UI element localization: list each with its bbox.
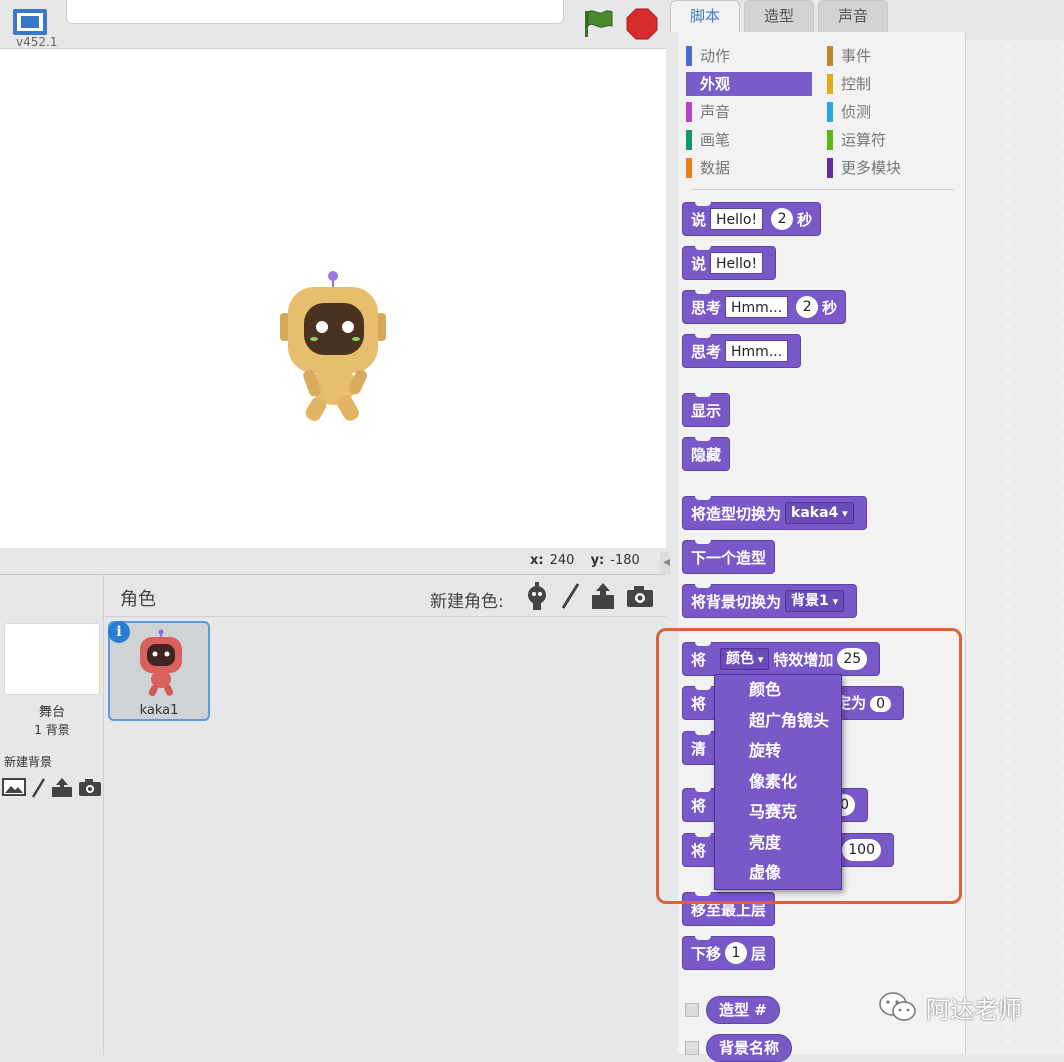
sprites-header: 角色 新建角色: bbox=[104, 575, 666, 617]
category-color-bar bbox=[827, 130, 833, 150]
category-list: 动作 事件外观 控制声音 侦测画笔 运算符数据 更多模块 bbox=[686, 44, 948, 184]
version-label: v452.1 bbox=[16, 35, 58, 49]
category-divider bbox=[692, 189, 954, 190]
costume-dropdown[interactable]: kaka4 bbox=[785, 502, 854, 524]
watermark-text: 阿达老师 bbox=[926, 995, 1022, 1024]
category-2[interactable]: 外观 bbox=[686, 72, 812, 96]
think-for-secs-block[interactable]: 思考 Hmm... 2 秒 bbox=[682, 290, 847, 324]
info-icon[interactable]: i bbox=[108, 621, 130, 643]
tab-scripts[interactable]: 脚本 bbox=[670, 0, 740, 32]
script-workspace[interactable] bbox=[966, 40, 1064, 1054]
sprites-label: 角色 bbox=[120, 589, 156, 610]
backdrop-library-icon[interactable] bbox=[2, 777, 26, 797]
category-label: 声音 bbox=[700, 103, 731, 121]
robot-sprite-image[interactable] bbox=[276, 269, 390, 425]
fullscreen-icon[interactable] bbox=[12, 8, 48, 36]
category-4[interactable]: 声音 bbox=[686, 100, 730, 124]
mouse-coordinates: x: 240 y: -180 bbox=[530, 553, 640, 568]
tab-bar: 脚本 造型 声音 bbox=[670, 0, 892, 32]
costume-number-reporter[interactable]: 造型 # bbox=[706, 996, 780, 1024]
camera-icon[interactable] bbox=[78, 777, 102, 797]
say-for-secs-block[interactable]: 说 Hello! 2 秒 bbox=[682, 202, 822, 236]
stage-column: 舞台 1 背景 新建背景 bbox=[0, 575, 104, 1055]
category-0[interactable]: 动作 bbox=[686, 44, 730, 68]
say-block[interactable]: 说 Hello! bbox=[682, 246, 777, 280]
paint-brush-icon[interactable] bbox=[560, 581, 580, 611]
hide-block[interactable]: 隐藏 bbox=[682, 437, 731, 471]
show-block[interactable]: 显示 bbox=[682, 393, 731, 427]
green-flag-icon[interactable] bbox=[582, 8, 614, 38]
category-label: 事件 bbox=[841, 47, 872, 65]
paint-brush-icon[interactable] bbox=[30, 777, 46, 799]
category-color-bar bbox=[827, 46, 833, 66]
costume-number-checkbox[interactable] bbox=[685, 1003, 699, 1017]
go-back-layers-block[interactable]: 下移 1 层 bbox=[682, 936, 776, 970]
category-label: 画笔 bbox=[700, 131, 731, 149]
category-8[interactable]: 数据 bbox=[686, 156, 730, 180]
category-label: 数据 bbox=[700, 159, 731, 177]
category-color-bar bbox=[686, 46, 692, 66]
category-label: 控制 bbox=[841, 75, 872, 93]
category-color-bar bbox=[827, 158, 833, 178]
stop-sign-icon[interactable] bbox=[626, 8, 658, 40]
upload-icon[interactable] bbox=[50, 777, 74, 799]
backdrop-tools bbox=[2, 777, 102, 799]
stage-label: 舞台 bbox=[38, 705, 65, 720]
say-text-input[interactable]: Hello! bbox=[710, 208, 764, 230]
highlight-annotation-box bbox=[656, 628, 962, 904]
category-color-bar bbox=[686, 158, 692, 178]
switch-backdrop-block[interactable]: 将背景切换为 背景1 bbox=[682, 584, 858, 618]
category-1[interactable]: 事件 bbox=[827, 44, 871, 68]
new-sprite-label: 新建角色: bbox=[430, 592, 504, 612]
category-label: 动作 bbox=[700, 47, 731, 65]
category-9[interactable]: 更多模块 bbox=[827, 156, 901, 180]
sprite-name: kaka1 bbox=[139, 703, 179, 718]
category-3[interactable]: 控制 bbox=[827, 72, 871, 96]
say-secs-input[interactable]: 2 bbox=[771, 208, 794, 230]
sprite-pane: 舞台 1 背景 新建背景 角色 新建角色: i kaka1 bbox=[0, 574, 666, 1055]
category-label: 运算符 bbox=[841, 131, 887, 149]
sprite-thumbnail[interactable]: i kaka1 bbox=[108, 621, 210, 721]
watermark: 阿达老师 bbox=[878, 990, 1022, 1024]
think-text-input[interactable]: Hmm... bbox=[725, 296, 789, 318]
tab-costumes[interactable]: 造型 bbox=[744, 0, 814, 32]
robot-thumbnail-icon bbox=[140, 629, 182, 697]
camera-icon[interactable] bbox=[626, 581, 654, 611]
category-label: 侦测 bbox=[841, 103, 872, 121]
category-5[interactable]: 侦测 bbox=[827, 100, 871, 124]
category-color-bar bbox=[827, 102, 833, 122]
layers-input[interactable]: 1 bbox=[725, 942, 748, 964]
backdrop-count: 1 背景 bbox=[34, 723, 70, 737]
new-backdrop-label: 新建背景 bbox=[4, 755, 53, 769]
sprite-library-icon[interactable] bbox=[524, 581, 550, 611]
category-color-bar bbox=[827, 74, 833, 94]
category-color-bar bbox=[686, 102, 692, 122]
switch-costume-block[interactable]: 将造型切换为 kaka4 bbox=[682, 496, 867, 530]
think-block[interactable]: 思考 Hmm... bbox=[682, 334, 802, 368]
category-color-bar bbox=[686, 130, 692, 150]
say-text-input[interactable]: Hello! bbox=[710, 252, 764, 274]
category-6[interactable]: 画笔 bbox=[686, 128, 730, 152]
project-title-input[interactable] bbox=[66, 0, 564, 24]
tab-sounds[interactable]: 声音 bbox=[818, 0, 888, 32]
wechat-icon bbox=[879, 992, 916, 1021]
think-text-input[interactable]: Hmm... bbox=[725, 340, 789, 362]
category-7[interactable]: 运算符 bbox=[827, 128, 886, 152]
backdrop-dropdown[interactable]: 背景1 bbox=[785, 590, 845, 612]
category-label: 外观 bbox=[700, 75, 731, 93]
upload-icon[interactable] bbox=[590, 581, 616, 611]
think-secs-input[interactable]: 2 bbox=[796, 296, 819, 318]
backdrop-name-checkbox[interactable] bbox=[685, 1041, 699, 1055]
category-label: 更多模块 bbox=[841, 159, 902, 177]
new-sprite-tools bbox=[524, 581, 654, 611]
stage-canvas[interactable] bbox=[0, 48, 666, 548]
stage-header: v452.1 bbox=[0, 0, 666, 49]
next-costume-block[interactable]: 下一个造型 bbox=[682, 540, 776, 574]
backdrop-name-reporter[interactable]: 背景名称 bbox=[706, 1034, 793, 1062]
stage-thumbnail[interactable] bbox=[4, 623, 100, 695]
